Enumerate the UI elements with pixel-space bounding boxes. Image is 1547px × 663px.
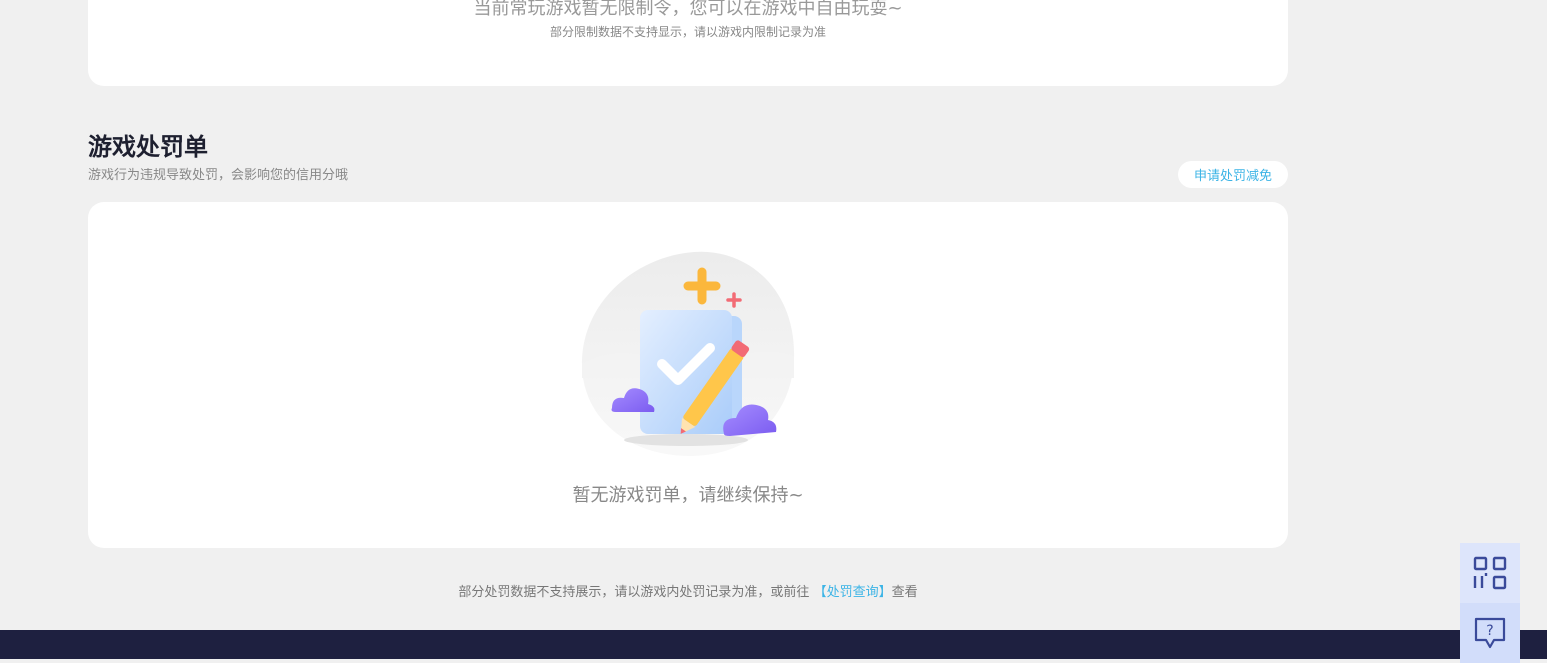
qr-code-button[interactable] (1460, 543, 1520, 603)
penalty-card: 暂无游戏罚单，请继续保持~ (88, 202, 1288, 548)
limit-status-text: 当前常玩游戏暂无限制令，您可以在游戏中自由玩耍~ (473, 0, 903, 19)
limit-note-text: 部分限制数据不支持显示，请以游戏内限制记录为准 (549, 25, 826, 39)
help-chat-button[interactable]: ? (1460, 603, 1520, 663)
apply-penalty-reduction-button[interactable]: 申请处罚减免 (1178, 161, 1288, 188)
empty-state-text: 暂无游戏罚单，请继续保持~ (572, 485, 804, 506)
qr-code-icon (1473, 556, 1507, 590)
note-prefix: 部分处罚数据不支持展示，请以游戏内处罚记录为准，或前往 (458, 585, 810, 600)
section-subtitle: 游戏行为违规导致处罚，会影响您的信用分哦 (88, 168, 349, 183)
note-suffix: 查看 (891, 585, 918, 600)
svg-text:?: ? (1486, 623, 1493, 639)
penalty-query-note: 部分处罚数据不支持展示，请以游戏内处罚记录为准，或前往 【处罚查询】查看 (88, 581, 1288, 600)
page-footer (0, 630, 1547, 659)
penalty-query-link[interactable]: 【处罚查询】 (814, 585, 892, 600)
limit-card: 当前常玩游戏暂无限制令，您可以在游戏中自由玩耍~ 部分限制数据不支持显示，请以游… (88, 0, 1288, 86)
empty-penalty-illustration (582, 251, 795, 456)
section-title: 游戏处罚单 (88, 133, 208, 161)
help-chat-icon: ? (1474, 617, 1506, 649)
